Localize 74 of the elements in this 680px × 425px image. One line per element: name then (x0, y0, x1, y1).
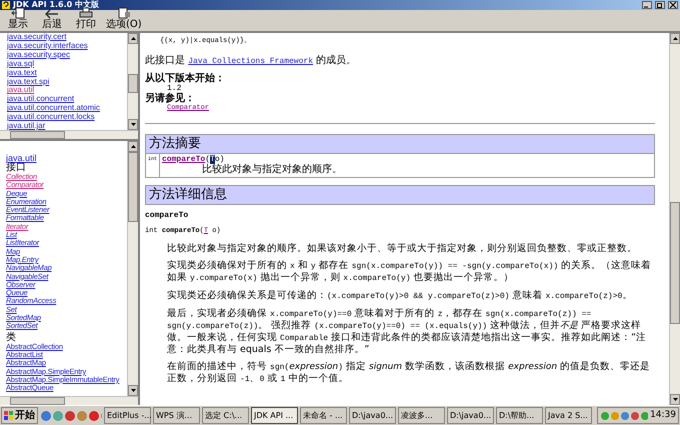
down-arrow-icon (130, 123, 136, 126)
package-title-link[interactable]: java.util (6, 153, 127, 163)
up-arrow-icon (130, 145, 136, 148)
toolbar-button[interactable]: 选项(O) (106, 7, 142, 30)
package-link[interactable]: java.security.spec (7, 50, 127, 60)
package-link[interactable]: java.util.jar (7, 122, 127, 130)
description-paragraph: 实现类必须确保对于所有的 x 和 y 都存在 sgn(x.compareTo(y)) == -sgn(y.compareTo(x)) 的关系。（这意味着如果 y.compareTo(x) 抛出一个异常，则 x.compareTo(y) 也要抛出一个异常。） (166, 260, 652, 284)
method-name: compareTo (145, 210, 190, 221)
back-arrow-icon (45, 9, 59, 19)
since-label: 从以下版本开始： (145, 73, 226, 84)
taskbar-button[interactable]: 未命名 - ... (300, 407, 347, 424)
parameter-text: (To) (205, 154, 224, 164)
method-link[interactable]: compareTo (162, 154, 206, 165)
restore-icon (657, 2, 663, 8)
package-link[interactable]: java.util.concurrent (7, 95, 127, 104)
taskbar-button[interactable]: 凌波多... (398, 407, 445, 424)
section-heading: 接口 (6, 163, 26, 173)
package-link[interactable]: java.util.concurrent.locks (7, 113, 127, 122)
taskbar-button[interactable]: EditPlus -... (104, 407, 151, 424)
framework-link[interactable]: Java Collections Framework (188, 57, 314, 66)
scroll-thumb[interactable] (10, 397, 66, 405)
taskbar-button[interactable]: D:\java0... (349, 407, 396, 424)
taskbar-button[interactable]: D:\帮助... (496, 407, 543, 424)
package-link[interactable]: java.util.concurrent.atomic (7, 104, 127, 114)
vertical-scrollbar[interactable] (669, 33, 680, 405)
member-text: 此接口是 Java Collections Framework 的成员。 (145, 55, 358, 67)
vertical-scrollbar[interactable] (127, 141, 138, 396)
close-icon (670, 2, 676, 8)
help-book-icon (2, 1, 10, 9)
toolbar-button[interactable]: 后退 (38, 9, 66, 30)
restore-button[interactable] (655, 1, 665, 9)
since-value: 1.2 (167, 84, 182, 93)
see-also-label: 另请参见： (145, 93, 196, 104)
toolbar-button[interactable]: 打印 (72, 7, 100, 30)
description-paragraph: 比较此对象与指定对象的顺序。如果该对象小于、等于或大于指定对象，则分别返回负整数、零或正整数。 (166, 243, 638, 254)
package-link[interactable]: java.util (7, 86, 127, 96)
section-heading: 类 (6, 332, 17, 343)
method-description: 比较此对象与指定对象的顺序。 (201, 165, 342, 175)
scroll-thumb[interactable] (670, 202, 680, 324)
minimize-button[interactable] (642, 1, 652, 9)
close-button[interactable] (668, 1, 678, 9)
vertical-scrollbar[interactable] (127, 33, 138, 130)
up-arrow-icon (672, 37, 678, 40)
summary-header: 方法摘要 (146, 135, 654, 154)
taskbar-button[interactable]: JDK API ... (251, 407, 298, 424)
panel-icon (11, 7, 25, 19)
tray-icons[interactable] (600, 410, 648, 420)
taskbar-button[interactable]: 选定 C:\... (202, 407, 249, 424)
package-link[interactable]: java.security.interfaces (7, 42, 127, 51)
document-icon (116, 7, 131, 19)
scroll-thumb[interactable] (128, 152, 138, 222)
horizontal-scrollbar[interactable] (0, 396, 138, 405)
package-link[interactable]: java.text (7, 68, 127, 78)
package-link[interactable]: java.sql (7, 60, 127, 69)
package-link[interactable]: java.security.cert (7, 33, 127, 42)
quick-launch-icons[interactable] (40, 410, 102, 422)
taskbar-button[interactable]: D:\java0... (447, 407, 494, 424)
description-paragraph: 最后，实现者必须确保 x.compareTo(y)==0 意味着对于所有的 z，都存在 sgn(x.compareTo(z)) == sgn(y.compareTo(z))。 强烈推荐 (x.compareTo(y)==0) == (x.equals(y)) 这种做法，但并不是 严格要求这样做。一般来说，任何实现 Comparable 接口和违背此条件的类都应该清楚地指出这一事实。推荐如此阐述：“注意：此类具有与 equals 不一致的自然排序。” (166, 308, 647, 355)
scroll-thumb[interactable] (128, 74, 138, 93)
printer-icon (79, 7, 93, 19)
horizontal-scrollbar[interactable] (0, 130, 138, 139)
windows-logo-icon (4, 410, 14, 420)
scroll-thumb[interactable] (10, 131, 66, 139)
taskbar-button[interactable]: WPS 演... (153, 407, 200, 424)
description-paragraph: 在前面的描述中，符号 sgn(expression) 指定 signum 数学函数，该函数根据 expression 的值是负数、零还是正数，分别返回 -1、0 或 1 中的一个值。 (166, 361, 652, 385)
down-arrow-icon (672, 398, 678, 401)
description-paragraph: 实现类还必须确保关系是可传递的：(x.compareTo(y)>0 && y.compareTo(z)>0) 意味着 x.compareTo(z)>0。 (166, 290, 634, 302)
up-arrow-icon (130, 37, 136, 40)
down-arrow-icon (130, 389, 136, 392)
taskbar-button[interactable]: Java 2 S... (545, 407, 592, 424)
package-link[interactable]: java.text.spi (7, 78, 127, 86)
clock: 14:39 (650, 408, 676, 422)
detail-header: 方法详细信息 (145, 185, 655, 205)
start-button[interactable]: 开始 (1, 407, 38, 424)
